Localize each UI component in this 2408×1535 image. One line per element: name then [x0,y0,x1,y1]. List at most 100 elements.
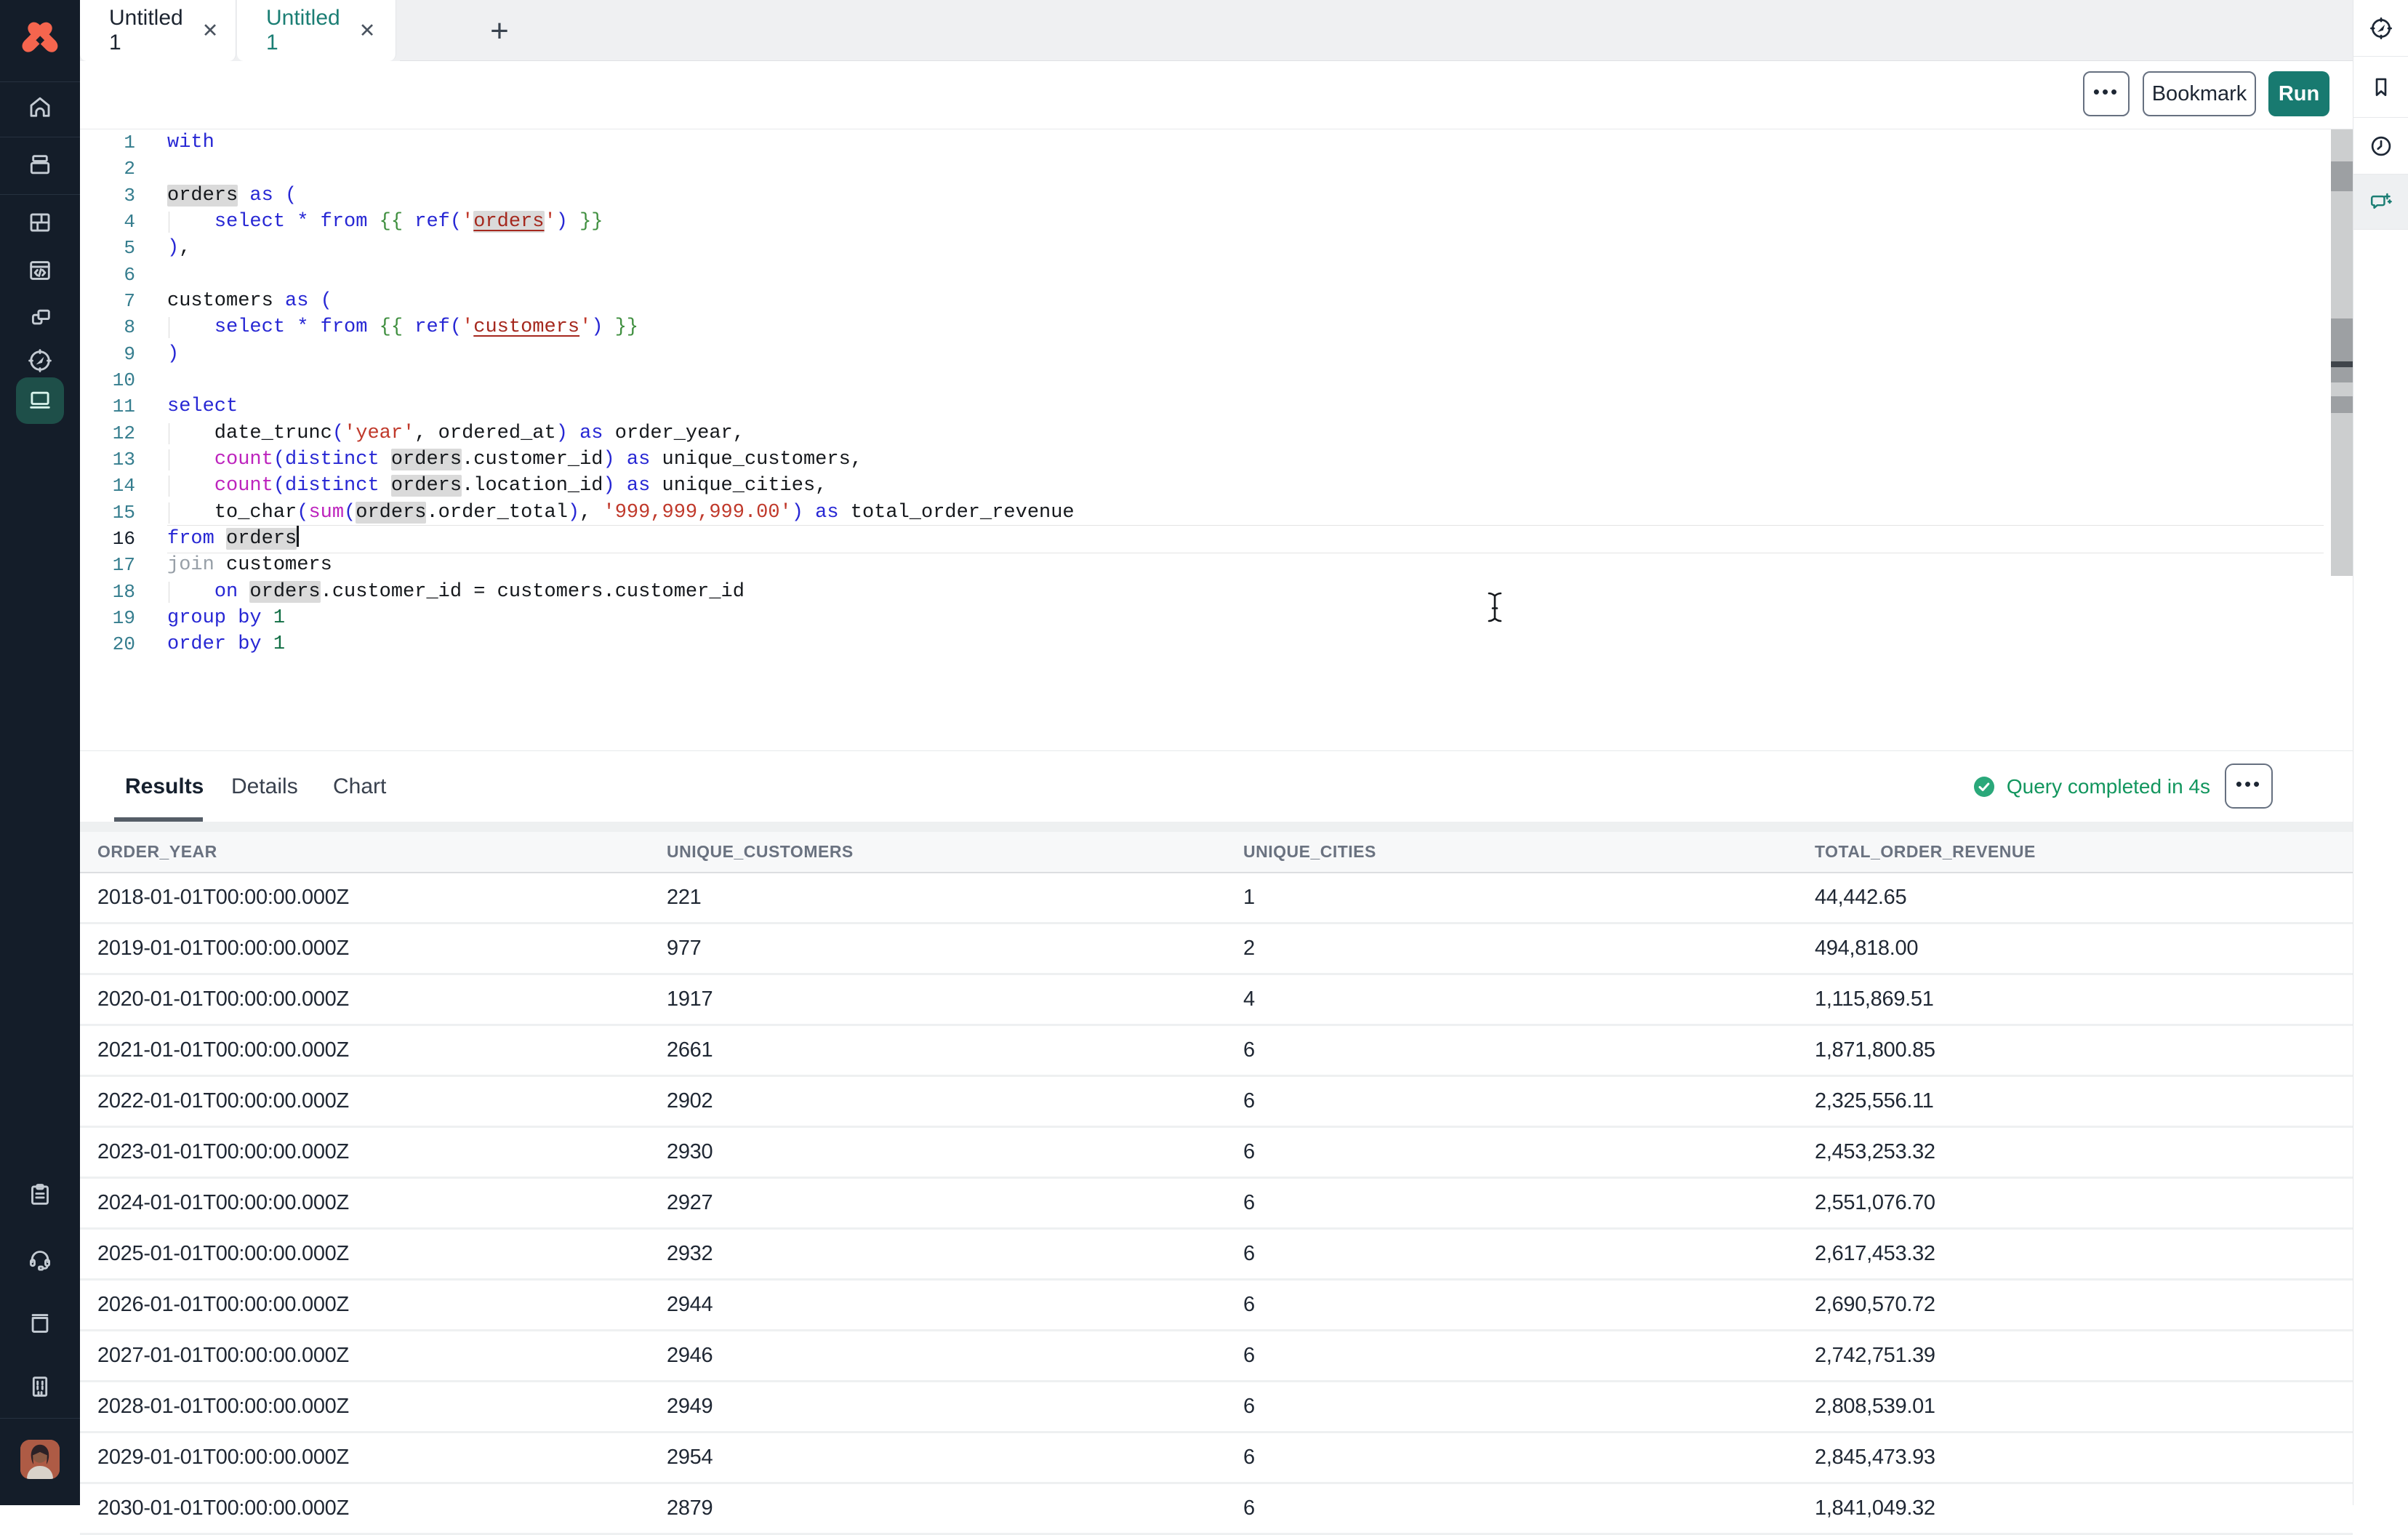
table-cell: 4 [1243,987,1815,1011]
sidebar-item-apps[interactable] [0,199,80,246]
table-row[interactable]: 2022-01-01T00:00:00.000Z290262,325,556.1… [80,1077,2353,1128]
column-header-unique-customers[interactable]: UNIQUE_CUSTOMERS [667,842,1243,862]
code-line-5[interactable]: ), [167,235,2324,262]
close-icon[interactable]: ✕ [359,20,376,42]
tab-untitled-2[interactable]: Untitled 1 ✕ [237,0,396,61]
sidebar-item-changelog[interactable] [0,1171,80,1218]
code-line-19[interactable]: group by 1 [167,605,2324,632]
table-row[interactable]: 2019-01-01T00:00:00.000Z9772494,818.00 [80,924,2353,975]
code-line-1[interactable]: with [167,129,2324,156]
table-cell: 2930 [667,1140,1243,1164]
avatar[interactable] [20,1440,60,1479]
rail-item-ai-chat[interactable] [2353,175,2408,230]
results-more-options-button[interactable]: ••• [2225,764,2273,809]
code-line-3[interactable]: orders as ( [167,183,2324,209]
table-cell: 1 [1243,886,1815,910]
bookmark-button[interactable]: Bookmark [2143,71,2256,116]
code-line-12[interactable]: date_trunc('year', ordered_at) as order_… [167,420,2324,447]
sidebar-item-code[interactable] [0,247,80,294]
code-token: ref [414,211,450,233]
rail-item-history[interactable] [2353,118,2408,175]
table-cell: 2025-01-01T00:00:00.000Z [97,1242,667,1266]
tab-untitled-1[interactable]: Untitled 1 ✕ [80,0,236,61]
editor-scrollbar[interactable] [2331,129,2353,576]
column-header-total-order-revenue[interactable]: TOTAL_ORDER_REVENUE [1815,842,2353,862]
scrollbar-thumb [2331,318,2353,382]
code-token [380,475,391,497]
code-line-18[interactable]: on orders.customer_id = customers.custom… [167,579,2324,606]
column-header-unique-cities[interactable]: UNIQUE_CITIES [1243,842,1815,862]
tab-chart[interactable]: Chart [333,751,386,822]
code-token: total_order_revenue [839,502,1075,524]
code-line-7[interactable]: customers as ( [167,288,2324,315]
sidebar-item-collections[interactable] [0,142,80,188]
rail-item-bookmarks[interactable] [2353,57,2408,118]
code-token: , [579,502,603,524]
tab-results[interactable]: Results [125,751,204,822]
code-line-9[interactable]: ) [167,341,2324,368]
table-cell: 2 [1243,937,1815,961]
code-token: on [214,581,238,603]
code-line-10[interactable] [167,367,2324,394]
code-token [615,449,627,470]
table-cell: 2021-01-01T00:00:00.000Z [97,1038,667,1062]
sidebar-item-home[interactable] [0,84,80,131]
code-token: ( [273,475,285,497]
code-token [380,449,391,470]
line-number: 4 [80,209,135,236]
table-cell: 1917 [667,987,1243,1011]
run-button[interactable]: Run [2268,71,2329,116]
more-options-button[interactable]: ••• [2083,71,2130,116]
sidebar-item-terminal-active[interactable] [16,377,64,424]
close-icon[interactable]: ✕ [202,20,219,42]
code-token [214,528,226,550]
table-cell: 2,742,751.39 [1815,1344,2353,1368]
code-token [308,316,320,338]
sidebar-item-docs[interactable] [0,1300,80,1347]
table-row[interactable]: 2018-01-01T00:00:00.000Z221144,442.65 [80,873,2353,924]
table-cell: 6 [1243,1089,1815,1113]
code-token: customers [167,290,273,312]
table-row[interactable]: 2025-01-01T00:00:00.000Z293262,617,453.3… [80,1230,2353,1280]
rail-item-explore[interactable] [2353,0,2408,57]
code-line-14[interactable]: count(distinct orders.location_id) as un… [167,473,2324,500]
code-token [262,607,273,629]
table-row[interactable]: 2020-01-01T00:00:00.000Z191741,115,869.5… [80,975,2353,1026]
table-row[interactable]: 2023-01-01T00:00:00.000Z293062,453,253.3… [80,1128,2353,1179]
table-body[interactable]: 2018-01-01T00:00:00.000Z221144,442.65201… [80,873,2353,1535]
table-row[interactable]: 2028-01-01T00:00:00.000Z294962,808,539.0… [80,1382,2353,1433]
code-line-6[interactable] [167,262,2324,289]
table-row[interactable]: 2029-01-01T00:00:00.000Z295462,845,473.9… [80,1433,2353,1484]
code-line-17[interactable]: join customers [167,552,2324,579]
line-number: 7 [80,288,135,315]
code-line-4[interactable]: select * from {{ ref('orders') }} [167,209,2324,236]
table-cell: 2,551,076.70 [1815,1191,2353,1215]
code-area[interactable]: with orders as ( select * from {{ ref('or… [167,129,2324,750]
avatar-photo [20,1440,60,1479]
tab-details[interactable]: Details [231,751,298,822]
new-tab-button[interactable]: + [481,13,518,49]
code-line-8[interactable]: select * from {{ ref('customers') }} [167,314,2324,341]
code-line-16[interactable]: from orders [167,526,2324,553]
code-line-15[interactable]: to_char(sum(orders.order_total), '999,99… [167,500,2324,526]
code-token: 1 [273,633,285,655]
hex-logo[interactable] [0,0,80,80]
table-row[interactable]: 2024-01-01T00:00:00.000Z292762,551,076.7… [80,1179,2353,1230]
sidebar-item-support[interactable] [0,1236,80,1283]
code-line-11[interactable]: select [167,393,2324,420]
laptop-icon [27,388,53,414]
sidebar-item-components[interactable] [0,295,80,342]
table-row[interactable]: 2030-01-01T00:00:00.000Z287961,841,049.3… [80,1484,2353,1535]
table-row[interactable]: 2027-01-01T00:00:00.000Z294662,742,751.3… [80,1331,2353,1382]
code-token [403,211,414,233]
table-row[interactable]: 2026-01-01T00:00:00.000Z294462,690,570.7… [80,1280,2353,1331]
sql-editor[interactable]: 1234567891011121314151617181920 withorde… [80,129,2353,750]
code-line-13[interactable]: count(distinct orders.customer_id) as un… [167,446,2324,473]
column-header-order-year[interactable]: ORDER_YEAR [97,842,667,862]
code-token: .order_total [426,502,567,524]
code-token: orders [226,528,297,550]
table-row[interactable]: 2021-01-01T00:00:00.000Z266161,871,800.8… [80,1026,2353,1077]
code-line-20[interactable]: order by 1 [167,631,2324,658]
sidebar-item-organization[interactable] [0,1363,80,1410]
code-line-2[interactable] [167,156,2324,183]
